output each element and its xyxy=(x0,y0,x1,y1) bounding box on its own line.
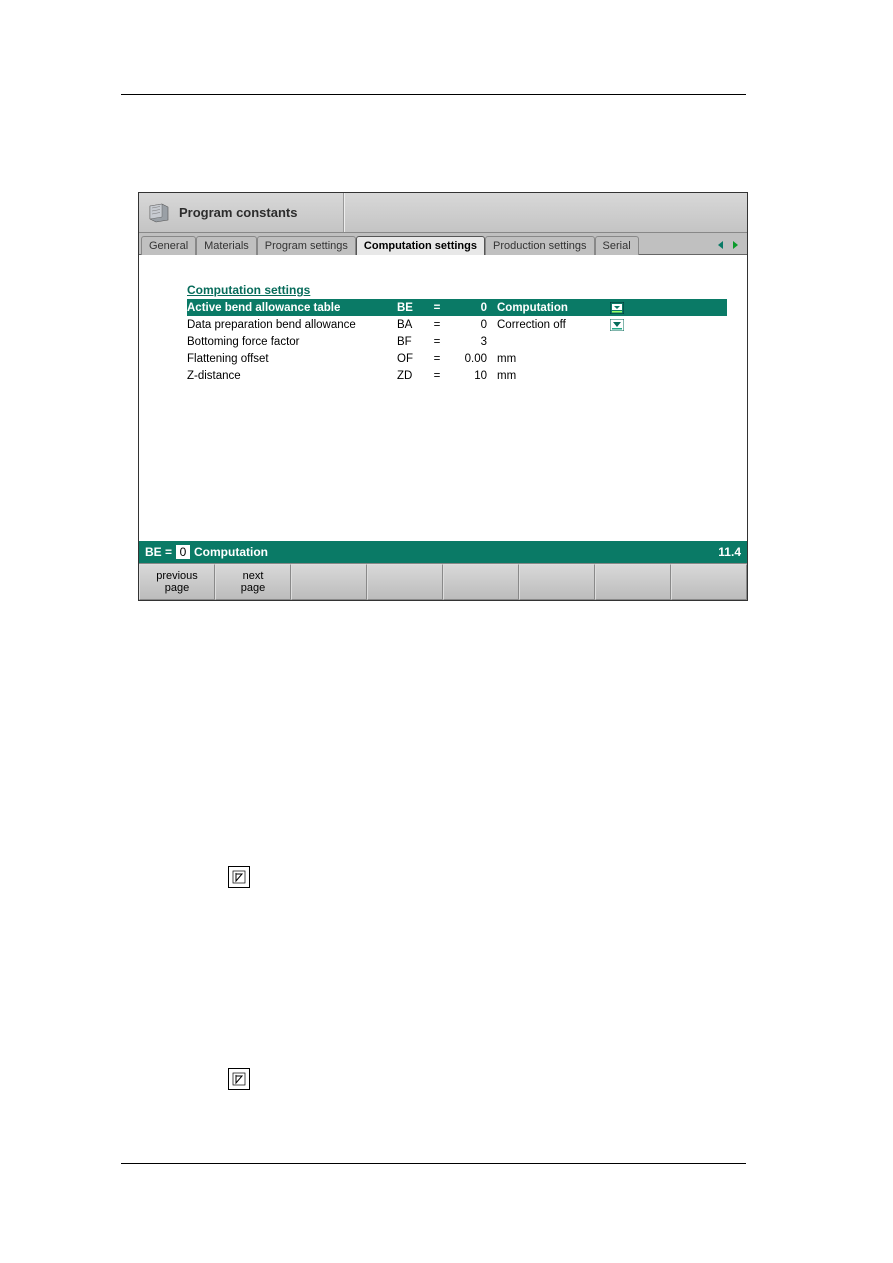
tab-materials[interactable]: Materials xyxy=(196,236,257,255)
titlebar-left: Program constants xyxy=(139,193,344,232)
row-z-distance[interactable]: Z-distance ZD = 10 mm xyxy=(187,367,727,384)
softkey-3[interactable] xyxy=(291,564,367,600)
row-data-preparation[interactable]: Data preparation bend allowance BA = 0 C… xyxy=(187,316,727,333)
row-label: Z-distance xyxy=(187,370,397,382)
row-label: Bottoming force factor xyxy=(187,336,397,348)
softkey-bar: previous page next page xyxy=(139,563,747,600)
tab-program-settings[interactable]: Program settings xyxy=(257,236,356,255)
softkey-4[interactable] xyxy=(367,564,443,600)
softkey-7[interactable] xyxy=(595,564,671,600)
status-desc: Computation xyxy=(194,545,268,559)
row-label: Flattening offset xyxy=(187,353,397,365)
status-input[interactable]: 0 xyxy=(176,545,190,559)
row-flattening-offset[interactable]: Flattening offset OF = 0.00 mm xyxy=(187,350,727,367)
tab-production-settings[interactable]: Production settings xyxy=(485,236,595,255)
row-value[interactable]: 3 xyxy=(447,336,497,348)
app-window: Program constants General Materials Prog… xyxy=(138,192,748,601)
tab-scroll-left-icon[interactable] xyxy=(714,238,728,252)
book-icon xyxy=(147,202,171,224)
row-eq: = xyxy=(427,353,447,365)
row-eq: = xyxy=(427,336,447,348)
status-code: BE = xyxy=(145,545,172,559)
titlebar: Program constants xyxy=(139,193,747,233)
section-heading: Computation settings xyxy=(187,283,727,297)
statusbar: BE = 0 Computation 11.4 xyxy=(139,541,747,563)
row-code: ZD xyxy=(397,370,427,382)
listbox-icon[interactable] xyxy=(607,302,627,314)
row-bottoming-force[interactable]: Bottoming force factor BF = 3 xyxy=(187,333,727,350)
tab-scroll-right-icon[interactable] xyxy=(728,238,742,252)
row-eq: = xyxy=(427,302,447,314)
row-desc: Computation xyxy=(497,302,607,314)
row-value[interactable]: 10 xyxy=(447,370,497,382)
row-desc: mm xyxy=(497,353,607,365)
tab-general[interactable]: General xyxy=(141,236,196,255)
row-code: OF xyxy=(397,353,427,365)
listbox-icon[interactable] xyxy=(607,319,627,331)
softkey-previous-page[interactable]: previous page xyxy=(139,564,215,600)
tabbar: General Materials Program settings Compu… xyxy=(139,233,747,255)
divider-top xyxy=(121,94,746,95)
softkey-8[interactable] xyxy=(671,564,747,600)
window-title: Program constants xyxy=(179,205,297,220)
row-desc: mm xyxy=(497,370,607,382)
softkey-next-page[interactable]: next page xyxy=(215,564,291,600)
tab-computation-settings[interactable]: Computation settings xyxy=(356,236,485,255)
softkey-5[interactable] xyxy=(443,564,519,600)
row-active-bend-allowance[interactable]: Active bend allowance table BE = 0 Compu… xyxy=(187,299,727,316)
row-eq: = xyxy=(427,370,447,382)
content-area: Computation settings Active bend allowan… xyxy=(139,255,747,541)
tab-serial[interactable]: Serial xyxy=(595,236,639,255)
row-value[interactable]: 0 xyxy=(447,319,497,331)
row-code: BA xyxy=(397,319,427,331)
row-value[interactable]: 0.00 xyxy=(447,353,497,365)
row-code: BE xyxy=(397,302,427,314)
row-value[interactable]: 0 xyxy=(447,302,497,314)
divider-bottom xyxy=(121,1163,746,1164)
row-eq: = xyxy=(427,319,447,331)
row-label: Data preparation bend allowance xyxy=(187,319,397,331)
listbox-icon xyxy=(228,1068,250,1090)
row-label: Active bend allowance table xyxy=(187,302,397,314)
status-page: 11.4 xyxy=(718,545,741,559)
row-code: BF xyxy=(397,336,427,348)
softkey-6[interactable] xyxy=(519,564,595,600)
titlebar-right xyxy=(344,193,747,232)
row-desc: Correction off xyxy=(497,319,607,331)
tab-scroll-arrows xyxy=(714,238,745,252)
listbox-icon xyxy=(228,866,250,888)
